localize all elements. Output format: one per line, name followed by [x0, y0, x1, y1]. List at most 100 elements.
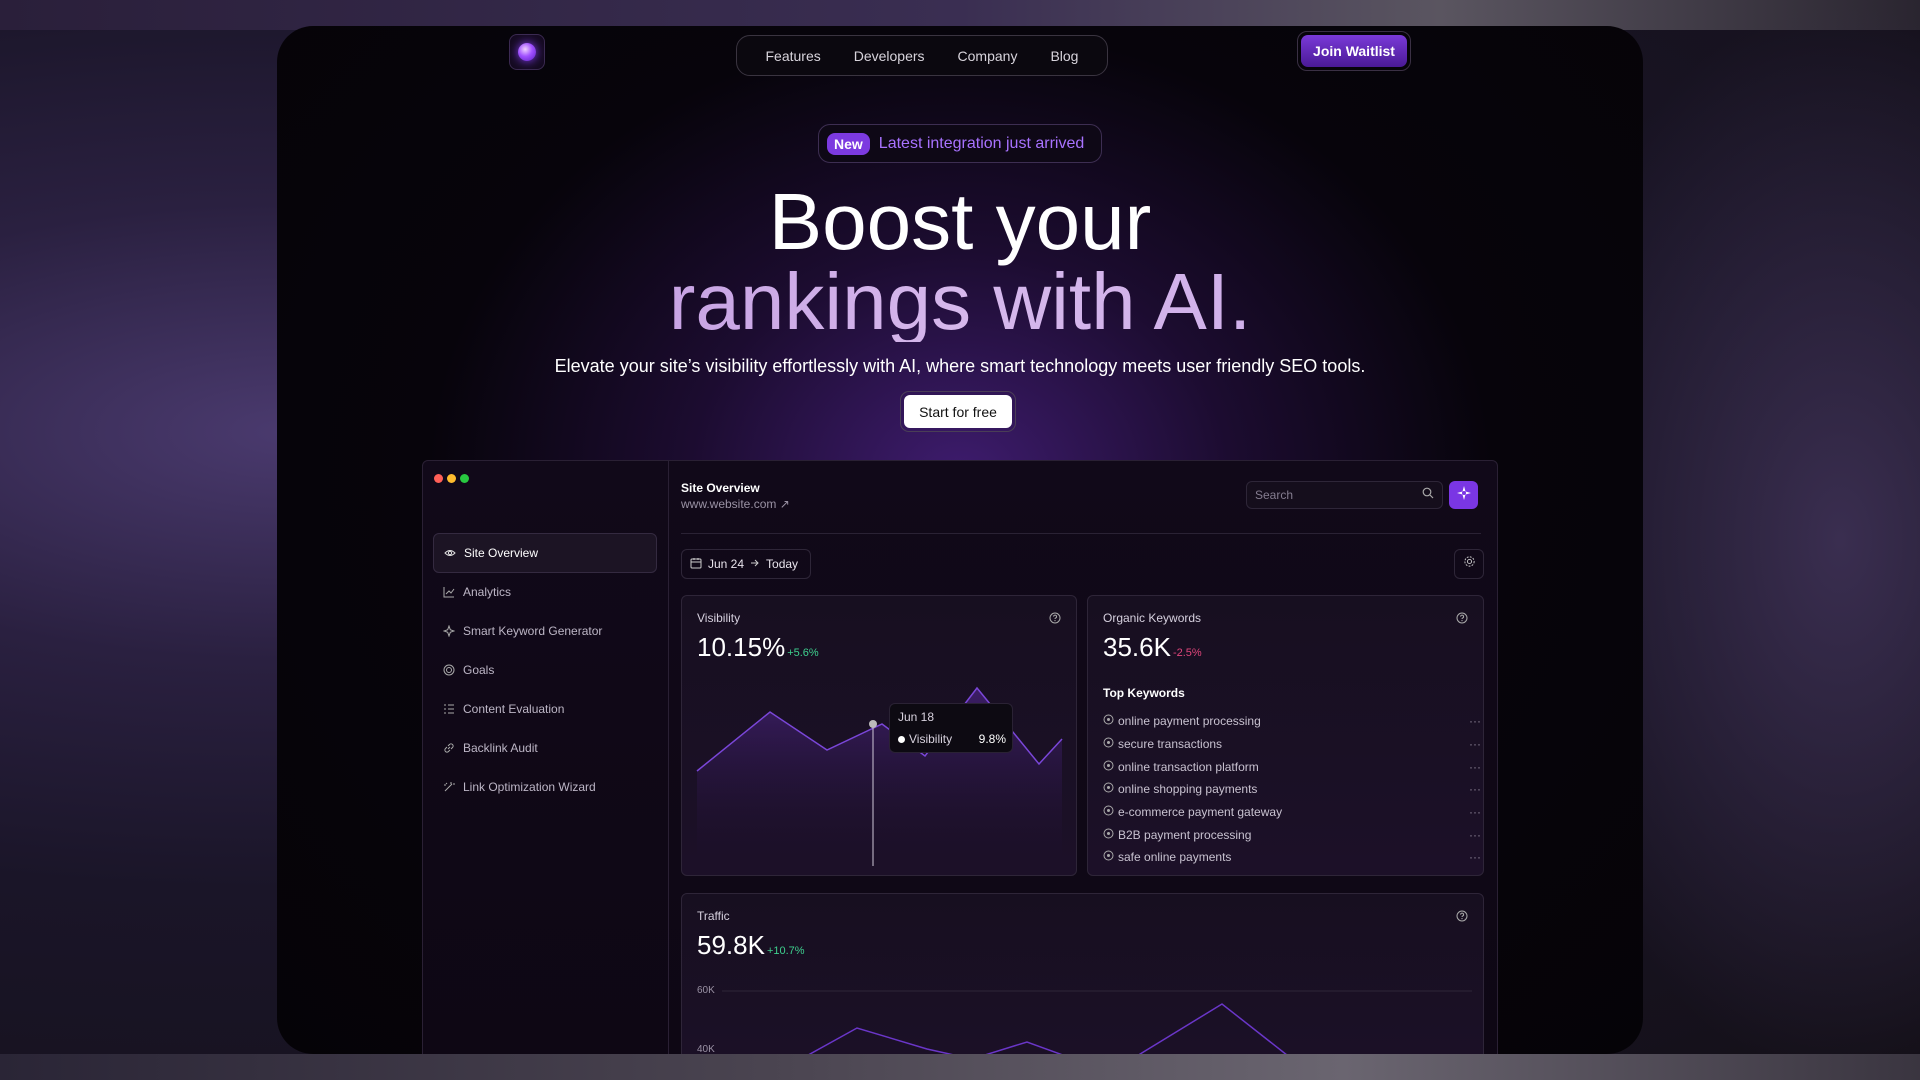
- keyword-row[interactable]: safe online payments ···: [1103, 846, 1481, 869]
- maximize-dot[interactable]: [460, 474, 469, 483]
- keyword-row[interactable]: e-commerce payment gateway ···: [1103, 801, 1481, 824]
- arrow-right-icon: [750, 557, 760, 571]
- calendar-icon: [690, 557, 702, 572]
- sidebar-item-site-overview[interactable]: Site Overview: [433, 533, 657, 573]
- plus-circle-icon: [1103, 760, 1114, 774]
- hover-point: [869, 720, 877, 728]
- plus-circle-icon: [1103, 782, 1114, 796]
- ai-assistant-button[interactable]: [1449, 481, 1478, 509]
- settings-button[interactable]: [1454, 549, 1484, 579]
- start-free-wrapper: Start for free: [900, 391, 1016, 432]
- traffic-card: Traffic 59.8K +10.7% 60K 40K: [681, 893, 1484, 1054]
- organic-delta: -2.5%: [1172, 647, 1202, 659]
- tooltip-date: Jun 18: [898, 710, 935, 724]
- sidebar-item-label: Analytics: [463, 585, 512, 599]
- plus-circle-icon: [1103, 805, 1114, 819]
- organic-label: Organic Keywords: [1103, 611, 1202, 625]
- more-icon[interactable]: ···: [1469, 714, 1481, 728]
- close-dot[interactable]: [434, 474, 443, 483]
- sidebar-item-label: Goals: [463, 663, 495, 677]
- announcement-pill[interactable]: New Latest integration just arrived: [818, 124, 1102, 163]
- nav-link-features[interactable]: Features: [765, 48, 820, 64]
- start-for-free-button[interactable]: Start for free: [904, 395, 1012, 428]
- sidebar-item-link-optimization-wizard[interactable]: Link Optimization Wizard: [433, 767, 657, 807]
- dashboard-main: Site Overview www.website.com ↗ Jun 24 T…: [669, 461, 1497, 1054]
- nav-link-developers[interactable]: Developers: [854, 48, 925, 64]
- announcement-text: Latest integration just arrived: [878, 134, 1085, 152]
- keyword-row[interactable]: online shopping payments ···: [1103, 778, 1481, 801]
- sidebar-item-label: Smart Keyword Generator: [463, 624, 603, 638]
- gear-icon: [1463, 555, 1476, 573]
- more-icon[interactable]: ···: [1469, 828, 1481, 842]
- link-icon: [443, 742, 455, 754]
- top-keywords-title: Top Keywords: [1103, 686, 1185, 700]
- organic-keywords-card: Organic Keywords 35.6K -2.5% Top Keywords…: [1087, 595, 1484, 876]
- visibility-card: Visibility 10.15% +5.6% Jun 18 Visibilit…: [681, 595, 1077, 876]
- date-from: Jun 24: [708, 557, 745, 571]
- tooltip-series: Visibility: [909, 732, 953, 746]
- join-waitlist-wrapper: Join Waitlist: [1297, 31, 1411, 71]
- sidebar-item-label: Backlink Audit: [463, 741, 538, 755]
- ai-sparkle-icon: [1456, 485, 1472, 506]
- visibility-chart: [696, 686, 1063, 875]
- date-range-picker[interactable]: Jun 24 Today: [681, 549, 811, 579]
- more-icon[interactable]: ···: [1469, 782, 1481, 796]
- more-icon[interactable]: ···: [1469, 737, 1481, 751]
- dashboard-preview: Site Overview Analytics Smart Keyword Ge…: [422, 460, 1498, 1054]
- sidebar-item-label: Content Evaluation: [463, 702, 565, 716]
- plus-circle-icon: [1103, 714, 1114, 728]
- date-to: Today: [766, 557, 799, 571]
- sidebar-item-content-evaluation[interactable]: Content Evaluation: [433, 689, 657, 729]
- plus-circle-icon: [1103, 850, 1114, 864]
- hero-title-line2: rankings with AI.: [277, 262, 1643, 342]
- chart-icon: [443, 586, 455, 598]
- top-nav: Features Developers Company Blog: [736, 35, 1108, 76]
- tooltip-row: Visibility 9.8%: [898, 732, 1006, 746]
- keyword-list: online payment processing ··· secure tran…: [1103, 710, 1481, 869]
- more-icon[interactable]: ···: [1469, 805, 1481, 819]
- chart-tooltip: Jun 18 Visibility 9.8%: [889, 703, 1013, 753]
- dashboard-sidebar: Site Overview Analytics Smart Keyword Ge…: [423, 461, 669, 1054]
- new-badge: New: [827, 132, 870, 155]
- organic-value: 35.6K -2.5%: [1103, 632, 1202, 662]
- sidebar-menu: Site Overview Analytics Smart Keyword Ge…: [433, 533, 657, 806]
- traffic-chart: [722, 990, 1472, 1054]
- join-waitlist-button[interactable]: Join Waitlist: [1301, 35, 1407, 67]
- plus-circle-icon: [1103, 828, 1114, 842]
- landing-page-frame: Features Developers Company Blog Join Wa…: [277, 26, 1643, 1054]
- site-title: Site Overview: [681, 481, 760, 495]
- search-icon[interactable]: [1422, 486, 1434, 504]
- orb-icon: [518, 43, 536, 61]
- keyword-row[interactable]: B2B payment processing ···: [1103, 823, 1481, 846]
- sidebar-item-backlink-audit[interactable]: Backlink Audit: [433, 728, 657, 768]
- more-icon[interactable]: ···: [1469, 850, 1481, 864]
- series-dot: [898, 735, 905, 743]
- sidebar-item-goals[interactable]: Goals: [433, 650, 657, 690]
- sidebar-item-analytics[interactable]: Analytics: [433, 572, 657, 612]
- logo[interactable]: [509, 34, 545, 70]
- tooltip-value: 9.8%: [978, 732, 1006, 746]
- search-input[interactable]: [1255, 488, 1422, 502]
- site-url-link[interactable]: www.website.com ↗: [681, 497, 790, 511]
- nav-link-blog[interactable]: Blog: [1050, 48, 1078, 64]
- more-icon[interactable]: ···: [1469, 760, 1481, 774]
- header-divider: [681, 533, 1481, 534]
- window-controls: [434, 474, 469, 483]
- keyword-row[interactable]: online payment processing ···: [1103, 710, 1481, 733]
- minimize-dot[interactable]: [447, 474, 456, 483]
- eye-icon: [444, 547, 456, 559]
- help-icon[interactable]: [1456, 611, 1468, 624]
- wand-icon: [443, 781, 455, 793]
- search-box[interactable]: [1246, 481, 1443, 509]
- nav-link-company[interactable]: Company: [958, 48, 1018, 64]
- hero-subtitle: Elevate your site’s visibility effortles…: [554, 356, 1366, 376]
- target-icon: [443, 664, 455, 676]
- background-bottom-strip: [0, 1054, 1920, 1080]
- sidebar-item-smart-keyword-generator[interactable]: Smart Keyword Generator: [433, 611, 657, 651]
- sidebar-item-label: Link Optimization Wizard: [463, 780, 596, 794]
- plus-circle-icon: [1103, 737, 1114, 751]
- keyword-row[interactable]: online transaction platform ···: [1103, 755, 1481, 778]
- traffic-line: [808, 1003, 1287, 1054]
- keyword-row[interactable]: secure transactions ···: [1103, 733, 1481, 756]
- list-icon: [443, 703, 455, 715]
